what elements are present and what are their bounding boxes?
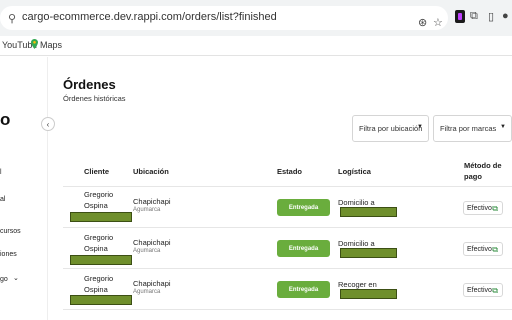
chevron-down-icon: ▼ bbox=[500, 124, 506, 130]
column-header-metodo-pago: Método de pago bbox=[464, 161, 502, 181]
copy-icon[interactable]: ⧉ bbox=[492, 245, 498, 255]
cell-ubicacion: Chapichapi bbox=[133, 238, 171, 247]
redacted-block bbox=[340, 248, 397, 258]
redacted-block bbox=[340, 207, 397, 217]
payment-badge: Efectivo ⧉ bbox=[463, 201, 503, 215]
column-header-estado: Estado bbox=[277, 167, 303, 176]
filter-marcas-label: Filtra por marcas bbox=[440, 124, 497, 133]
bookmark-star-icon[interactable]: ☆ bbox=[433, 16, 443, 29]
sidebar-item-1[interactable]: l bbox=[0, 169, 2, 176]
redacted-block bbox=[340, 289, 397, 299]
browser-toolbar: ⚲ cargo-ecommerce.dev.rappi.com/orders/l… bbox=[0, 0, 512, 36]
page-subtitle: Órdenes históricas bbox=[63, 94, 126, 103]
status-badge: Entregada bbox=[277, 240, 330, 257]
sidebar: o l al cursos iones go bbox=[0, 57, 48, 320]
filter-ubicacion-label: Filtra por ubicación bbox=[359, 124, 423, 133]
row-divider bbox=[63, 186, 512, 187]
cell-cliente: Gregorio Ospina bbox=[84, 274, 114, 294]
payment-badge: Efectivo ⧉ bbox=[463, 242, 503, 256]
copy-icon[interactable]: ⧉ bbox=[492, 204, 498, 214]
payment-label: Efectivo bbox=[467, 204, 492, 212]
chevron-down-icon[interactable]: ⌄ bbox=[13, 274, 19, 282]
payment-badge: Efectivo ⧉ bbox=[463, 283, 503, 297]
extension-icon[interactable] bbox=[455, 10, 465, 23]
chevron-left-icon[interactable]: ‹ bbox=[41, 117, 55, 131]
sidebar-item-4[interactable]: iones bbox=[0, 251, 17, 258]
cell-ubicacion: Chapichapi bbox=[133, 197, 171, 206]
cell-zona: Agumarca bbox=[133, 248, 161, 254]
column-header-cliente: Cliente bbox=[84, 167, 110, 176]
redacted-block bbox=[70, 212, 132, 222]
bookmark-maps[interactable]: Maps bbox=[40, 40, 62, 50]
sidebar-item-5[interactable]: go bbox=[0, 276, 8, 283]
split-view-icon[interactable]: ▯ bbox=[488, 10, 494, 23]
sidebar-item-3[interactable]: cursos bbox=[0, 228, 21, 235]
copy-icon[interactable]: ⧉ bbox=[492, 286, 498, 296]
cell-cliente: Gregorio Ospina bbox=[84, 233, 114, 253]
cell-cliente: Gregorio Ospina bbox=[84, 190, 114, 210]
maps-pin-icon bbox=[31, 39, 38, 49]
extensions-puzzle-icon[interactable]: ⧉ bbox=[470, 10, 478, 23]
profile-icon[interactable]: ● bbox=[502, 10, 509, 22]
column-header-ubicacion: Ubicación bbox=[133, 167, 169, 176]
chevron-down-icon: ▼ bbox=[417, 124, 423, 130]
status-badge: Entregada bbox=[277, 199, 330, 216]
filter-marcas-select[interactable]: Filtra por marcas ▼ bbox=[433, 115, 512, 142]
row-divider bbox=[63, 268, 512, 269]
sidebar-logo: o bbox=[0, 110, 11, 129]
redacted-block bbox=[70, 255, 132, 265]
column-header-logistica: Logística bbox=[338, 167, 371, 176]
row-divider bbox=[63, 227, 512, 228]
sidebar-item-2[interactable]: al bbox=[0, 196, 5, 203]
cell-zona: Agumarca bbox=[133, 207, 161, 213]
bookmarks-bar: YouTube Maps bbox=[0, 36, 512, 56]
cell-ubicacion: Chapichapi bbox=[133, 279, 171, 288]
filter-ubicacion-select[interactable]: Filtra por ubicación ▼ bbox=[352, 115, 429, 142]
site-settings-icon[interactable]: ⊛ bbox=[418, 16, 427, 29]
url-text[interactable]: cargo-ecommerce.dev.rappi.com/orders/lis… bbox=[22, 11, 277, 23]
page-title: Órdenes bbox=[63, 77, 116, 92]
status-badge: Entregada bbox=[277, 281, 330, 298]
redacted-block bbox=[70, 295, 132, 305]
row-divider bbox=[63, 309, 512, 310]
payment-label: Efectivo bbox=[467, 286, 492, 294]
cell-zona: Agumarca bbox=[133, 289, 161, 295]
payment-label: Efectivo bbox=[467, 245, 492, 253]
site-info-icon[interactable]: ⚲ bbox=[8, 12, 16, 25]
address-bar[interactable]: ⚲ cargo-ecommerce.dev.rappi.com/orders/l… bbox=[0, 6, 448, 30]
